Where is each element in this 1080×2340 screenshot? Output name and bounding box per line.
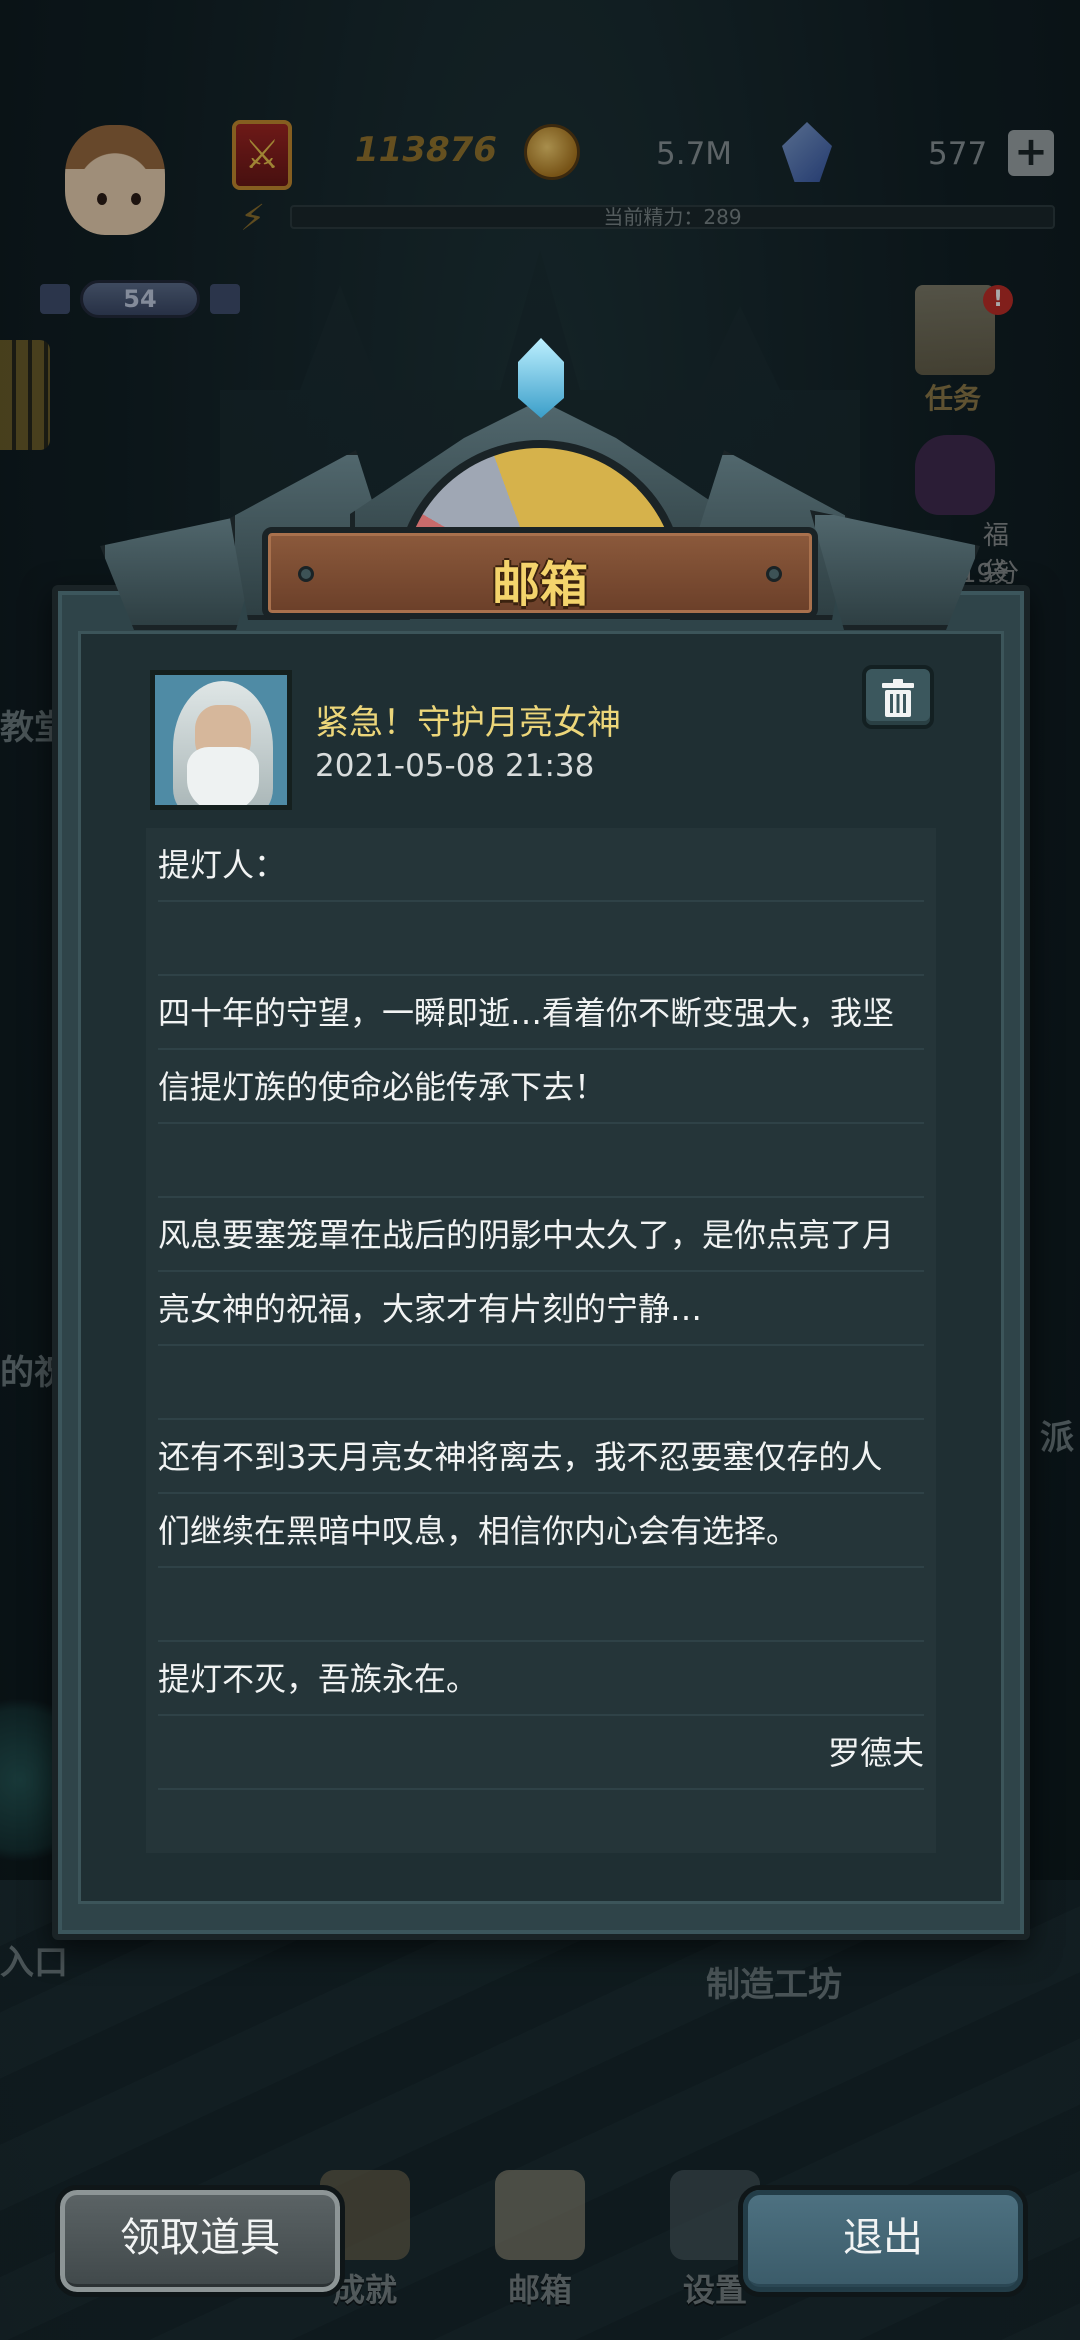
mailbox-title: 邮箱 bbox=[491, 557, 588, 613]
crown-gem-icon bbox=[518, 338, 564, 418]
mail-line: 四十年的守望，一瞬即逝…看着你不断变强大，我坚 bbox=[158, 976, 924, 1050]
mail-line: 提灯人： bbox=[158, 828, 924, 902]
mail-line: 亮女神的祝福，大家才有片刻的宁静… bbox=[158, 1272, 924, 1346]
mail-line: 还有不到3天月亮女神将离去，我不忍要塞仅存的人 bbox=[158, 1420, 924, 1494]
mail-line: 们继续在黑暗中叹息，相信你内心会有选择。 bbox=[158, 1494, 924, 1568]
mail-line bbox=[158, 1568, 924, 1642]
mail-line: 提灯不灭，吾族永在。 bbox=[158, 1642, 924, 1716]
mail-signature: 罗德夫 bbox=[158, 1716, 924, 1790]
mail-line: 风息要塞笼罩在战后的阴影中太久了，是你点亮了月 bbox=[158, 1198, 924, 1272]
crown-spike bbox=[810, 510, 980, 630]
mail-subject: 紧急！守护月亮女神 bbox=[315, 703, 621, 743]
mail-line: 信提灯族的使命必能传承下去！ bbox=[158, 1050, 924, 1124]
rivet bbox=[766, 566, 782, 582]
claim-items-button[interactable]: 领取道具 bbox=[55, 2185, 345, 2297]
mailbox-title-plate: 邮箱 bbox=[262, 527, 818, 619]
sender-avatar bbox=[150, 670, 292, 810]
exit-button[interactable]: 退出 bbox=[738, 2185, 1028, 2297]
sender-beard bbox=[187, 747, 259, 805]
mail-body[interactable]: 提灯人： 四十年的守望，一瞬即逝…看着你不断变强大，我坚 信提灯族的使命必能传承… bbox=[146, 828, 936, 1853]
mail-line bbox=[158, 902, 924, 976]
delete-mail-button[interactable] bbox=[862, 665, 934, 729]
trash-icon bbox=[882, 679, 914, 717]
mail-line bbox=[158, 1346, 924, 1420]
mail-date: 2021-05-08 21:38 bbox=[315, 748, 595, 784]
mail-line bbox=[158, 1124, 924, 1198]
